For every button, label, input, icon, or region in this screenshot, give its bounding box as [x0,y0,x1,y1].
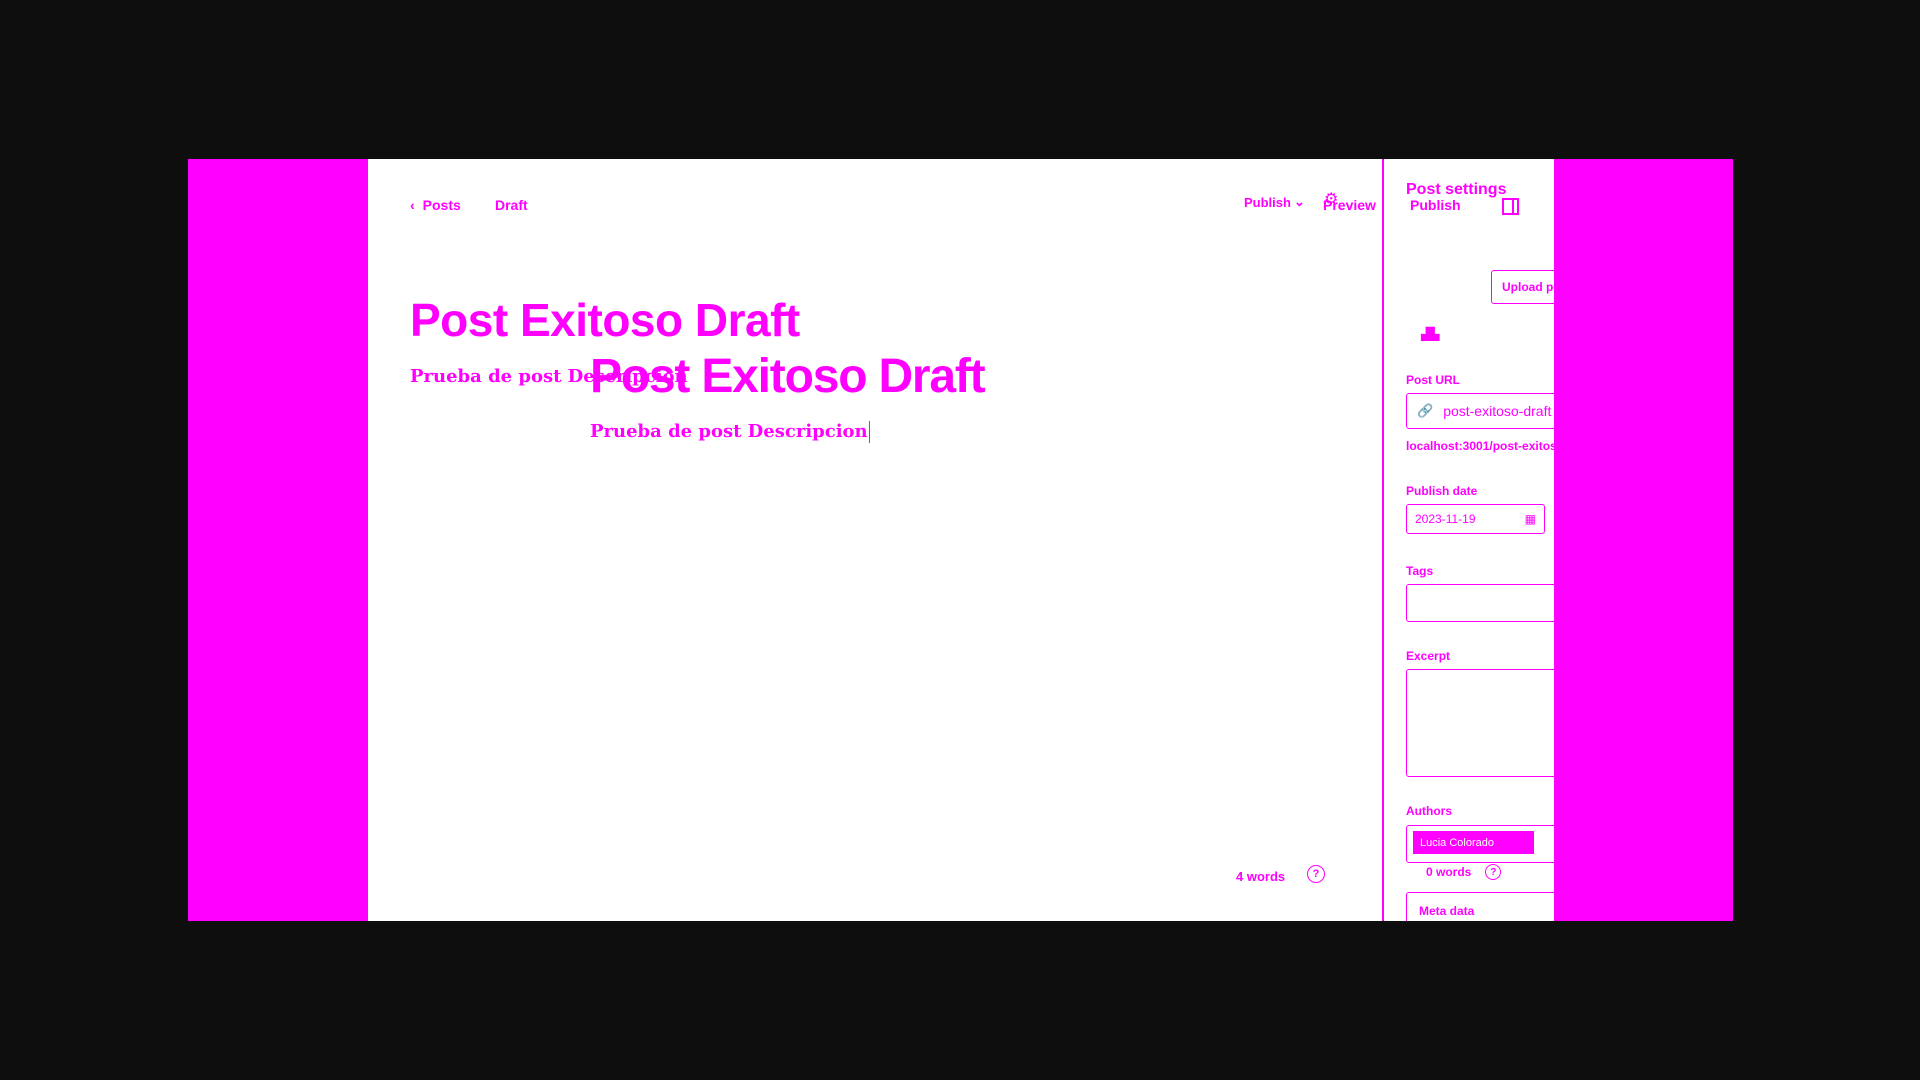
date-value: 2023-11-19 [1415,512,1476,526]
chevron-down-icon: ⌄ [1293,194,1305,209]
chevron-left-icon: ‹ [410,197,415,213]
publish-label: Publish [1244,194,1291,210]
upload-image-button[interactable]: Upload post image [1491,270,1554,304]
preview-button[interactable]: Preview [1323,197,1376,213]
post-url-preview: localhost:3001/post-exitoso-draft/ [1406,439,1554,453]
editor-canvas: ‹ Posts Draft Publish ⌄ ⚙ Preview Post E… [368,159,1382,921]
tags-input[interactable] [1406,584,1554,622]
help-icon[interactable]: ? [1485,864,1502,880]
help-icon[interactable]: ? [1307,865,1325,883]
word-count: 4 words [1236,869,1286,884]
post-description-input[interactable]: Prueba de post Descripcion [590,421,870,443]
publish-date-label: Publish date [1406,484,1478,498]
sidebar-publish-label[interactable]: Publish [1410,197,1461,213]
unsplash-icon[interactable]: ▟▙ [1421,327,1439,341]
post-settings-sidebar: Post settings Publish Upload post image … [1382,159,1554,921]
back-to-posts-link[interactable]: ‹ Posts [410,197,461,213]
calendar-icon[interactable]: ▦ [1525,512,1536,526]
excerpt-label: Excerpt [1406,649,1451,663]
post-title-input[interactable]: Post Exitoso Draft [590,349,986,404]
link-icon: 🔗 [1417,403,1434,418]
sidebar-word-count-text: 0 words [1426,865,1472,879]
authors-input[interactable]: Lucia Colorado [1406,825,1554,863]
tags-label: Tags [1406,564,1434,578]
meta-data-label: Meta data [1419,904,1475,918]
app-frame: ‹ Posts Draft Publish ⌄ ⚙ Preview Post E… [188,159,1733,921]
sidebar-panel-icon[interactable] [1502,198,1519,215]
description-text: Prueba de post Descripcion [590,421,868,442]
publish-date-input[interactable]: 2023-11-19 ▦ [1406,504,1545,534]
text-caret [868,421,870,443]
back-label: Posts [422,197,461,213]
publish-dropdown[interactable]: Publish ⌄ [1244,194,1305,210]
post-url-input[interactable]: 🔗 post-exitoso-draft [1406,393,1554,429]
post-title: Post Exitoso Draft [410,294,800,346]
authors-label: Authors [1406,804,1452,818]
excerpt-textarea[interactable] [1406,669,1554,777]
post-status: Draft [495,197,528,213]
sidebar-word-count: 0 words ? [1426,864,1502,880]
post-url-label: Post URL [1406,373,1460,387]
meta-data-section[interactable]: Meta data [1406,892,1554,921]
slug-value: post-exitoso-draft [1443,403,1552,419]
author-chip[interactable]: Lucia Colorado [1413,831,1534,854]
